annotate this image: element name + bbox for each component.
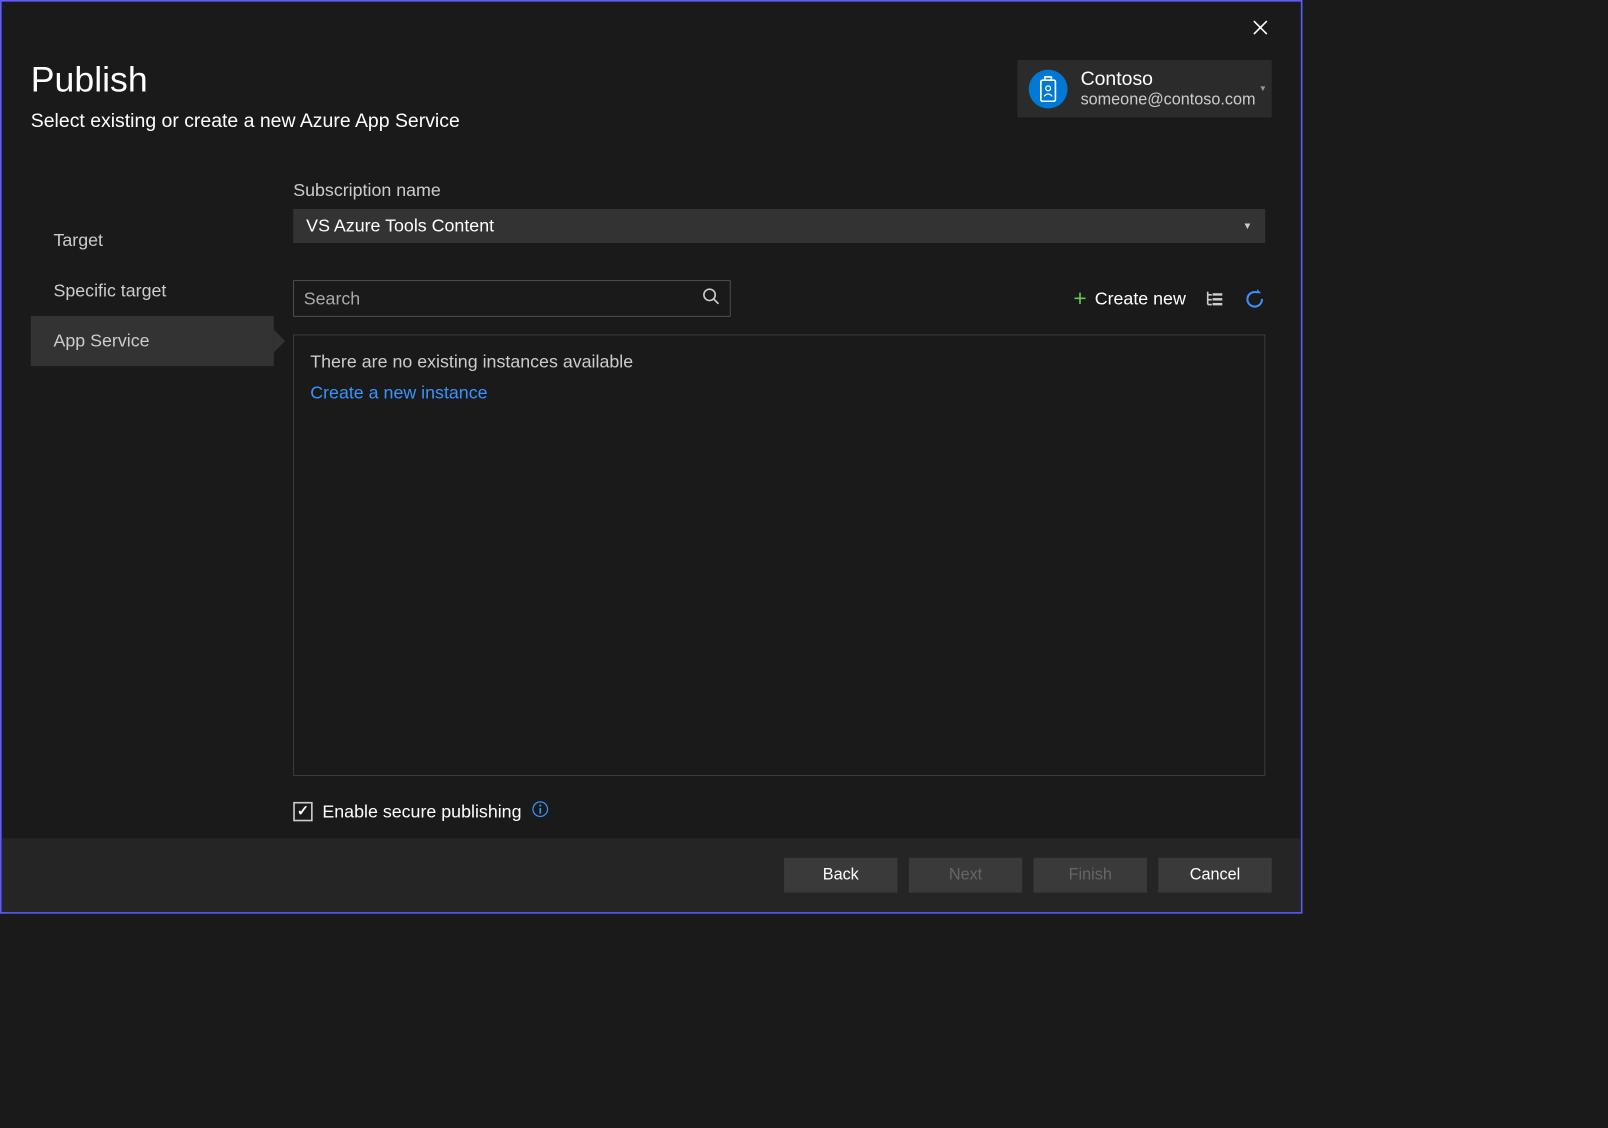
enable-secure-publishing-checkbox[interactable]	[293, 801, 312, 820]
wizard-steps-sidebar: Target Specific target App Service	[31, 180, 274, 839]
info-icon	[531, 800, 549, 818]
page-subtitle: Select existing or create a new Azure Ap…	[31, 110, 460, 133]
chevron-down-icon: ▼	[1259, 84, 1267, 93]
search-box[interactable]	[293, 280, 730, 316]
page-title: Publish	[31, 60, 460, 101]
refresh-button[interactable]	[1244, 288, 1265, 309]
header: Publish Select existing or create a new …	[31, 60, 460, 133]
search-icon	[702, 288, 720, 310]
account-name: Contoso	[1081, 68, 1256, 91]
subscription-value: VS Azure Tools Content	[306, 215, 494, 236]
empty-state-message: There are no existing instances availabl…	[310, 352, 1248, 373]
enable-secure-publishing-label: Enable secure publishing	[322, 801, 521, 822]
sidebar-item-label: App Service	[53, 330, 149, 350]
create-instance-link[interactable]: Create a new instance	[310, 382, 1248, 403]
footer: Back Next Finish Cancel	[2, 838, 1301, 912]
instances-list: There are no existing instances availabl…	[293, 335, 1265, 776]
create-new-label: Create new	[1095, 288, 1186, 309]
next-button: Next	[909, 858, 1022, 893]
account-info: Contoso someone@contoso.com	[1081, 68, 1256, 109]
tree-view-toggle-button[interactable]	[1205, 289, 1224, 308]
refresh-icon	[1244, 288, 1265, 309]
create-new-button[interactable]: + Create new	[1073, 286, 1185, 312]
close-button[interactable]	[1249, 16, 1272, 39]
info-button[interactable]	[531, 800, 549, 822]
finish-button: Finish	[1034, 858, 1147, 893]
cancel-button[interactable]: Cancel	[1158, 858, 1271, 893]
close-icon	[1252, 19, 1268, 35]
sidebar-item-specific-target[interactable]: Specific target	[31, 266, 274, 316]
chevron-down-icon: ▼	[1243, 220, 1253, 231]
tree-view-icon	[1205, 289, 1224, 308]
sidebar-item-label: Specific target	[53, 280, 166, 300]
back-button[interactable]: Back	[784, 858, 897, 893]
plus-icon: +	[1073, 286, 1086, 312]
sidebar-item-app-service[interactable]: App Service	[31, 316, 274, 366]
account-avatar-icon	[1029, 69, 1068, 108]
sidebar-item-target[interactable]: Target	[31, 215, 274, 265]
subscription-label: Subscription name	[293, 180, 1265, 201]
subscription-dropdown[interactable]: VS Azure Tools Content ▼	[293, 209, 1265, 243]
account-email: someone@contoso.com	[1081, 91, 1256, 110]
account-selector[interactable]: Contoso someone@contoso.com ▼	[1017, 60, 1271, 118]
sidebar-item-label: Target	[53, 230, 103, 250]
search-input[interactable]	[304, 288, 694, 309]
